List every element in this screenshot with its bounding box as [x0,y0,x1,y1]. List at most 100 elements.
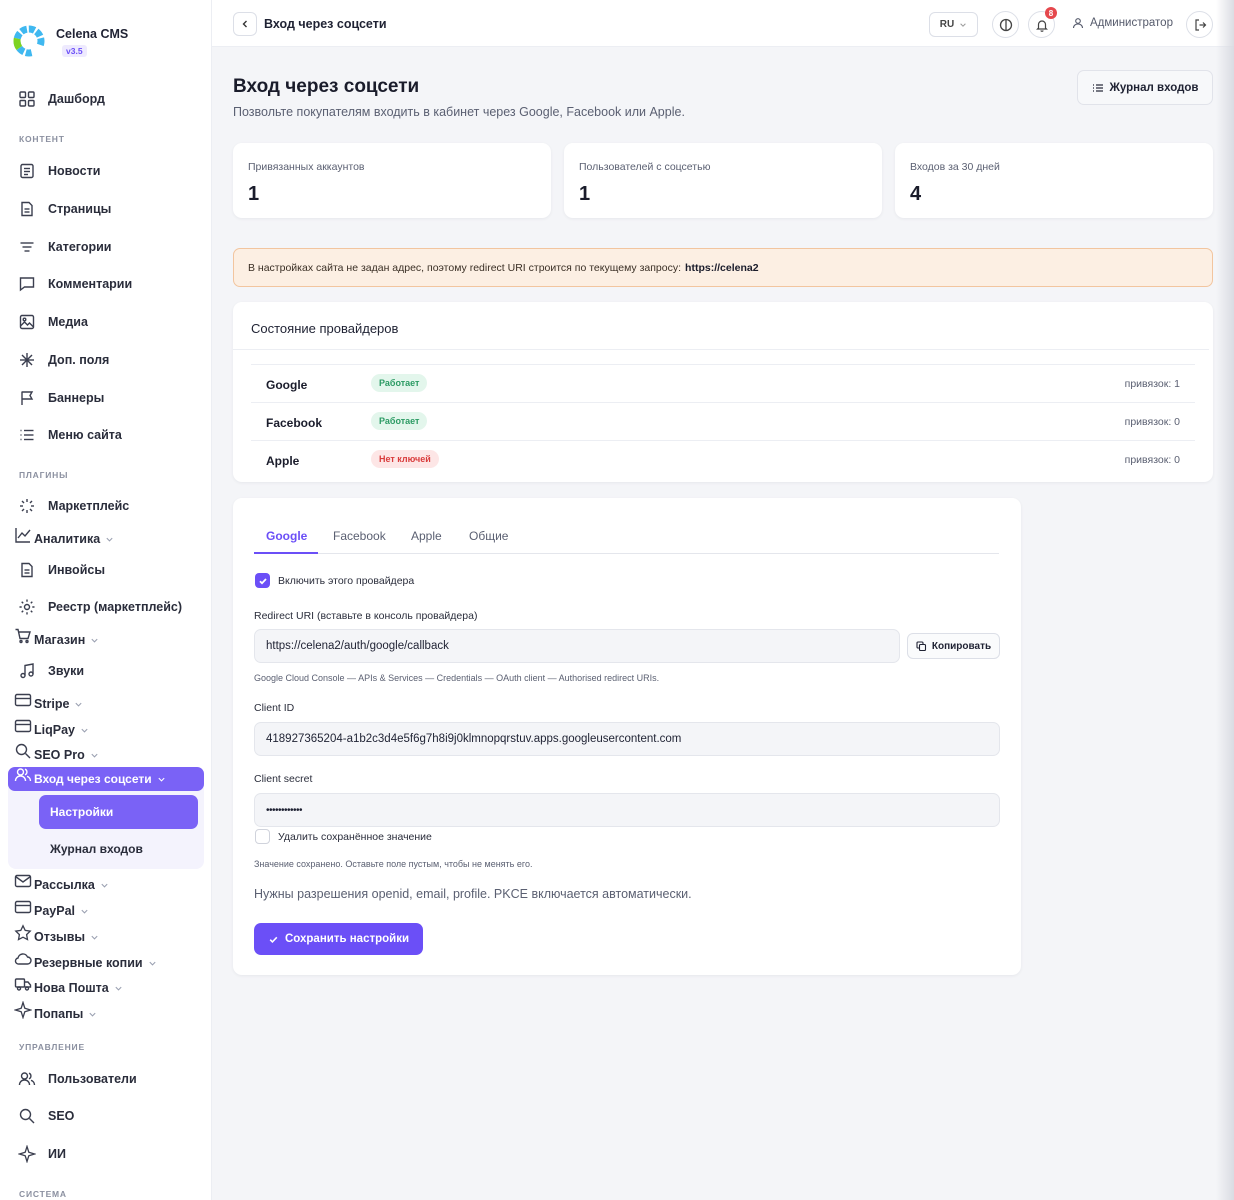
sidebar-item-liqpay[interactable]: LiqPay [14,719,89,737]
sidebar-item-media[interactable]: Медиа [18,313,88,331]
section-content: КОНТЕНТ [19,134,65,144]
sidebar-item-users[interactable]: Пользователи [18,1070,137,1088]
sidebar-item-news[interactable]: Новости [18,162,100,180]
chevron-down-icon [106,537,113,542]
sidebar-item-banners[interactable]: Баннеры [18,389,104,407]
stat-value: 4 [910,183,922,205]
copy-button-label: Копировать [931,640,992,652]
sidebar-item-popups[interactable]: Попапы [14,1001,97,1021]
grid-icon [19,91,35,107]
credit-card-icon [14,693,32,707]
client-id-field[interactable]: 418927365204-a1b2c3d4e5f6g7h8i9j0klmnopq… [254,722,1000,756]
user-name: Администратор [1090,17,1173,29]
credit-card-icon [14,719,32,733]
sidebar-item-seo-pro[interactable]: SEO Pro [14,743,99,762]
chevron-down-icon [960,22,966,27]
sidebar-item-social-login[interactable]: Вход через соцсети [8,767,204,791]
sidebar-item-site-menu[interactable]: Меню сайта [18,426,122,444]
enable-provider-label: Включить этого провайдера [278,575,415,587]
sidebar-item-paypal[interactable]: PayPal [14,900,89,918]
sidebar-item-shop[interactable]: Магазин [14,628,99,647]
sidebar-item-label: Stripe [34,697,70,711]
sidebar-item-stripe[interactable]: Stripe [14,693,83,711]
chevron-down-icon [89,1012,96,1017]
tab-google[interactable]: Google [266,529,307,543]
sidebar-item-label: Звуки [48,664,85,678]
sidebar-subitem-login-log[interactable]: Журнал входов [50,842,143,856]
sidebar-item-backups[interactable]: Резервные копии [14,953,157,970]
sidebar-item-label: Страницы [48,202,112,216]
sidebar-item-newsletter[interactable]: Рассылка [14,874,109,892]
chevron-down-icon [101,883,108,888]
chevron-left-icon [242,20,247,28]
enable-provider-checkbox[interactable] [255,573,270,588]
search-icon [15,743,31,759]
sidebar-item-nova-poshta[interactable]: Нова Пошта [14,978,123,995]
search-icon [19,1108,35,1124]
providers-title: Состояние провайдеров [251,321,399,336]
sidebar-item-categories[interactable]: Категории [18,238,112,256]
sidebar-item-invoices[interactable]: Инвойсы [18,561,105,579]
cloud-icon [14,953,32,965]
sidebar-item-comments[interactable]: Комментарии [18,275,132,293]
back-button[interactable] [233,12,257,36]
sidebar-item-analytics[interactable]: Аналитика [14,528,114,546]
client-secret-label: Client secret [254,773,313,785]
client-secret-field[interactable]: •••••••••••• [254,793,1000,827]
provider-name: Facebook [266,416,323,430]
image-icon [19,314,35,330]
user-menu[interactable]: Администратор [1072,17,1173,29]
sidebar-item-pages[interactable]: Страницы [18,200,111,218]
stat-label: Привязанных аккаунтов [248,161,365,173]
secret-hint: Значение сохранено. Оставьте поле пустым… [254,859,533,869]
delete-secret-checkbox[interactable] [255,829,270,844]
redirect-uri-field[interactable]: https://celena2/auth/google/callback [254,629,900,663]
copy-button[interactable]: Копировать [907,633,1000,659]
notifications-button[interactable]: 8 [1028,7,1057,38]
sidebar-item-reviews[interactable]: Отзывы [14,924,99,944]
stat-value: 1 [579,183,591,205]
login-log-button[interactable]: Журнал входов [1077,70,1213,105]
logout-button[interactable] [1186,11,1213,38]
section-system: СИСТЕМА [19,1189,67,1199]
tab-facebook[interactable]: Facebook [333,529,386,543]
tab-apple[interactable]: Apple [411,529,442,543]
provider-name: Google [266,378,308,392]
stat-label: Пользователей с соцсетью [579,161,711,173]
sidebar-item-marketplace[interactable]: Маркетплейс [18,497,129,515]
notification-badge: 8 [1045,7,1057,19]
sidebar-item-registry[interactable]: Реестр (маркетплейс) [18,598,182,616]
chevron-down-icon [91,753,98,758]
mail-icon [14,874,32,888]
gear-icon [19,599,35,615]
theme-toggle-button[interactable] [992,11,1019,38]
page-icon [21,201,33,217]
sidebar-subitem-settings[interactable]: Настройки [39,795,198,829]
users-icon [14,768,32,782]
brand[interactable]: Celena CMS v3.5 [12,24,128,59]
save-settings-button[interactable]: Сохранить настройки [254,923,423,955]
news-icon [20,163,34,179]
sidebar-item-dashboard[interactable]: Дашборд [18,90,105,108]
chevron-down-icon [91,935,98,940]
alert-text: В настройках сайта не задан адрес, поэто… [248,261,682,274]
redirect-uri-label: Redirect URI (вставьте в консоль провайд… [254,610,478,622]
status-badge: Работает [371,374,428,392]
user-icon [1072,18,1084,29]
sidebar-item-label: Доп. поля [48,353,110,367]
loader-icon [20,499,34,513]
sidebar-item-seo[interactable]: SEO [18,1107,74,1125]
sidebar-item-sounds[interactable]: Звуки [18,662,84,680]
page-subtitle: Позвольте покупателям входить в кабинет … [233,105,685,119]
topbar: Вход через соцсети RU 8 Администратор [212,0,1234,47]
sidebar-item-label: Попапы [34,1007,84,1021]
sidebar-item-ai[interactable]: ИИ [18,1145,66,1163]
sidebar-item-label: Инвойсы [48,563,106,577]
stat-card-users-with-social: Пользователей с соцсетью 1 [564,143,882,218]
language-select[interactable]: RU [929,12,978,37]
copy-icon [916,640,926,651]
tab-general[interactable]: Общие [469,529,508,543]
sidebar-item-extra-fields[interactable]: Доп. поля [18,351,109,369]
chevron-down-icon [91,638,98,643]
provider-row: Facebook Работает привязок: 0 [251,402,1195,439]
